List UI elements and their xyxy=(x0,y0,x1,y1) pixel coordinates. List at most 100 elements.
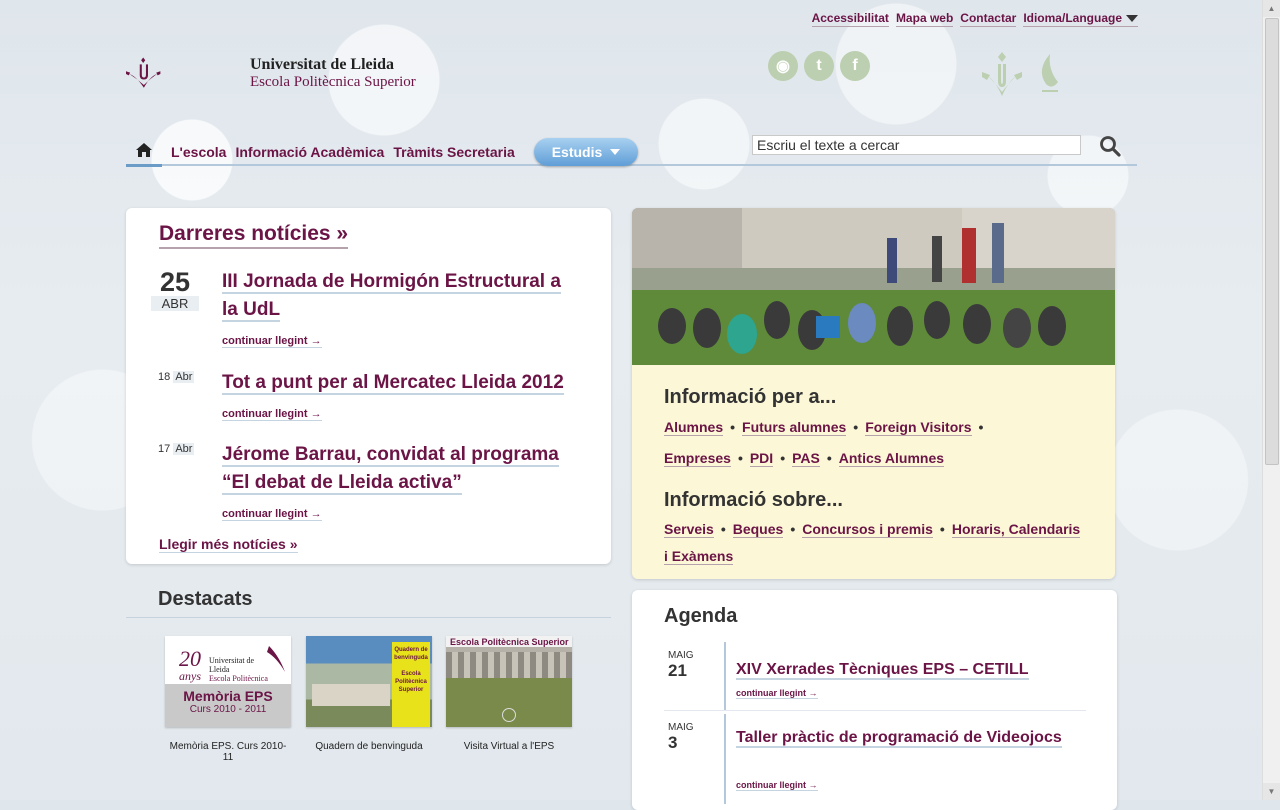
school-name: Escola Politècnica Superior xyxy=(250,74,416,90)
scroll-down-arrow-icon[interactable]: ▼ xyxy=(1263,783,1280,800)
news-title: Tot a punt per al Mercatec Lleida 2012 xyxy=(222,372,564,395)
thumb-sub: Curs 2010 - 2011 xyxy=(189,704,267,715)
news-date-month: Abr xyxy=(173,371,195,383)
news-title: III Jornada de Hormigón Estructural a la… xyxy=(222,271,561,322)
iberus-logo[interactable] xyxy=(980,50,1125,100)
info-per-heading: Informació per a... xyxy=(664,386,837,408)
twitter-icon[interactable]: t xyxy=(804,51,834,81)
news-item: 17 Abr Jérome Barrau, convidat al progra… xyxy=(148,441,588,521)
thumb-logo-mark xyxy=(267,646,285,672)
link-empreses[interactable]: Empreses xyxy=(664,450,731,467)
agenda-heading: Agenda xyxy=(664,605,738,627)
agenda-panel: Agenda MAIG 21 XIV Xerrades Tècniques EP… xyxy=(632,590,1117,810)
agenda-date-month: MAIG xyxy=(668,650,694,661)
news-title-link[interactable]: Tot a punt per al Mercatec Lleida 2012 xyxy=(222,369,582,397)
chevron-down-icon xyxy=(610,149,621,155)
rss-icon[interactable]: ◉ xyxy=(768,51,798,81)
agenda-title: XIV Xerrades Tècniques EPS – CETILL xyxy=(736,661,1029,680)
language-link[interactable]: Idioma/Language xyxy=(1023,11,1138,27)
news-date: 25 ABR xyxy=(151,268,199,311)
info-sobre-links: Serveis • Beques • Concursos i premis • Horari… xyxy=(664,521,1081,565)
destacats-divider xyxy=(126,617,611,618)
main-nav-links: L'escola Informació Acadèmica Tràmits Se… xyxy=(171,144,515,160)
news-title-link[interactable]: III Jornada de Hormigón Estructural a la… xyxy=(222,268,582,324)
continue-reading-link[interactable]: continuar llegint → xyxy=(222,508,322,521)
page-scrollbar[interactable]: ▲ ▼ xyxy=(1262,0,1280,800)
continue-reading-label: continuar llegint → xyxy=(222,408,322,421)
memoria-thumbnail: 20 anys Universitat de Lleida Escola Pol… xyxy=(165,636,291,727)
destacat-item[interactable]: 20 anys Universitat de Lleida Escola Pol… xyxy=(165,636,291,763)
news-date: 18 Abr xyxy=(158,371,195,383)
facebook-icon[interactable]: f xyxy=(840,51,870,81)
link-serveis[interactable]: Serveis xyxy=(664,521,714,538)
agenda-divider xyxy=(724,642,726,710)
nav-item-escola[interactable]: L'escola xyxy=(171,144,226,160)
agenda-title-link[interactable]: XIV Xerrades Tècniques EPS – CETILL xyxy=(736,658,1076,682)
agenda-item: MAIG 3 Taller pràctic de programació de … xyxy=(664,714,1086,804)
news-title: Jérome Barrau, convidat al programa “El … xyxy=(222,444,559,495)
news-title-link[interactable]: Jérome Barrau, convidat al programa “El … xyxy=(222,441,582,497)
agenda-title-link[interactable]: Taller pràctic de programació de Videojo… xyxy=(736,726,1076,750)
accessibility-link[interactable]: Accessibilitat xyxy=(811,11,889,27)
agenda-date-month: MAIG xyxy=(668,722,694,733)
news-date-day: 25 xyxy=(159,267,191,297)
contact-link[interactable]: Contactar xyxy=(960,11,1017,27)
continue-reading-label: continuar llegint → xyxy=(736,688,818,699)
link-futurs-alumnes[interactable]: Futurs alumnes xyxy=(742,419,847,436)
destacat-caption: Visita Virtual a l'EPS xyxy=(463,741,555,752)
quadern-thumbnail: Quadern de benvinguda Escola Politècnica… xyxy=(306,636,432,727)
destacat-caption: Quadern de benvinguda xyxy=(315,741,423,752)
continue-reading-label: continuar llegint → xyxy=(222,335,322,348)
estudis-label: Estudis xyxy=(551,144,603,160)
agenda-item: MAIG 21 XIV Xerrades Tècniques EPS – CET… xyxy=(664,642,1086,711)
agenda-date: MAIG 3 xyxy=(668,722,694,753)
link-antics-alumnes[interactable]: Antics Alumnes xyxy=(838,450,945,467)
nav-item-informacio-academica[interactable]: Informació Acadèmica xyxy=(235,144,384,160)
info-panel: Informació per a... Alumnes • Futurs alumn… xyxy=(632,208,1115,579)
continue-reading-label: continuar llegint → xyxy=(736,780,818,791)
agenda-date-day: 3 xyxy=(668,733,678,752)
link-foreign-visitors[interactable]: Foreign Visitors xyxy=(865,419,972,436)
continue-reading-link[interactable]: continuar llegint → xyxy=(222,335,322,348)
scroll-up-arrow-icon[interactable]: ▲ xyxy=(1263,0,1280,17)
visita-virtual-thumbnail: Escola Politècnica Superior xyxy=(446,636,572,727)
link-alumnes[interactable]: Alumnes xyxy=(664,419,724,436)
destacat-item[interactable]: Quadern de benvinguda Escola Politècnica… xyxy=(306,636,432,752)
estudis-dropdown-button[interactable]: Estudis xyxy=(534,138,638,166)
agenda-date-day: 21 xyxy=(668,661,687,680)
continue-reading-link[interactable]: continuar llegint → xyxy=(222,408,322,421)
university-name: Universitat de Lleida xyxy=(250,56,394,73)
chevron-down-icon xyxy=(1126,15,1138,23)
agenda-divider xyxy=(724,714,726,804)
sitemap-link[interactable]: Mapa web xyxy=(895,11,954,27)
home-tab[interactable] xyxy=(126,138,162,167)
thumb-title: Memòria EPS xyxy=(183,688,273,704)
logo-text: Universitat de Lleida Escola Politècnica… xyxy=(250,56,416,91)
university-logo[interactable] xyxy=(126,28,236,118)
search-icon[interactable] xyxy=(1098,134,1122,158)
info-per-links: Alumnes • Futurs alumnes • Foreign Visitors •… xyxy=(664,419,984,467)
more-news-link[interactable]: Llegir més notícies » xyxy=(159,536,298,553)
thumb-text1: Quadern de benvinguda xyxy=(394,647,428,661)
news-date: 17 Abr xyxy=(158,443,195,455)
agenda-title: Taller pràctic de programació de Videojo… xyxy=(736,729,1062,748)
link-pas[interactable]: PAS xyxy=(792,450,820,467)
thumb-anys: anys xyxy=(179,669,201,683)
news-date-day: 18 xyxy=(158,371,171,383)
destacat-item[interactable]: Escola Politècnica Superior Visita Virtu… xyxy=(446,636,572,752)
search-input[interactable] xyxy=(752,135,1081,155)
scrollbar-thumb[interactable] xyxy=(1265,18,1279,465)
link-pdi[interactable]: PDI xyxy=(749,450,774,467)
language-label: Idioma/Language xyxy=(1023,11,1122,25)
link-beques[interactable]: Beques xyxy=(732,521,784,538)
nav-item-tramits-secretaria[interactable]: Tràmits Secretaria xyxy=(393,144,514,160)
continue-reading-label: continuar llegint → xyxy=(222,508,322,521)
continue-reading-link[interactable]: continuar llegint → xyxy=(736,780,818,791)
link-concursos[interactable]: Concursos i premis xyxy=(802,521,933,538)
utility-nav: Accessibilitat Mapa web Contactar Idioma… xyxy=(811,11,1138,27)
continue-reading-link[interactable]: continuar llegint → xyxy=(736,688,818,699)
news-panel: Darreres notícies » 25 ABR III Jornada d… xyxy=(126,208,611,564)
news-heading-link[interactable]: Darreres notícies » xyxy=(159,222,349,249)
social-links: ◉ t f xyxy=(768,51,870,81)
thumb-text: Escola Politècnica Superior xyxy=(450,637,569,647)
